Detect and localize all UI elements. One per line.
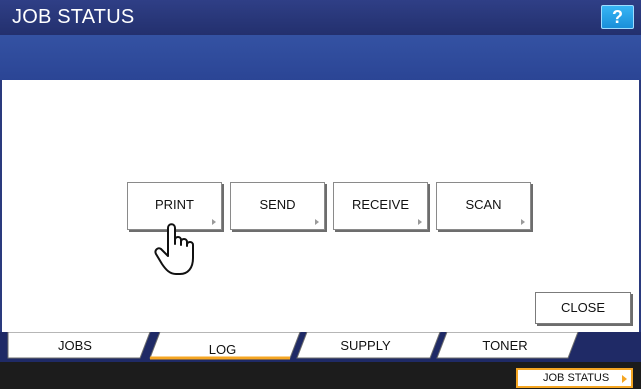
sub-header-bar [0,35,641,80]
job-status-button[interactable]: JOB STATUS [516,368,633,388]
receive-log-button[interactable]: RECEIVE [333,182,428,230]
hand-pointer-icon [154,223,194,275]
close-button[interactable]: CLOSE [535,292,631,324]
receive-log-label: RECEIVE [351,197,410,212]
title-bar: JOB STATUS ? [0,0,641,35]
arrow-right-icon [212,219,216,225]
tab-log[interactable]: LOG [175,342,270,357]
tab-jobs[interactable]: JOBS [30,338,120,353]
tab-bar: JOBS LOG SUPPLY TONER [0,332,641,362]
print-log-label: PRINT [155,197,194,212]
page-title: JOB STATUS [12,6,135,28]
arrow-right-icon [418,219,422,225]
send-log-button[interactable]: SEND [230,182,325,230]
arrow-right-icon [622,375,627,383]
tab-toner[interactable]: TONER [460,338,550,353]
send-log-label: SEND [259,197,296,212]
scan-log-button[interactable]: SCAN [436,182,531,230]
job-status-label: JOB STATUS [543,372,610,384]
tab-supply[interactable]: SUPPLY [318,338,413,353]
arrow-right-icon [315,219,319,225]
arrow-right-icon [521,219,525,225]
scan-log-label: SCAN [465,197,502,212]
footer-bar: JOB STATUS [0,362,641,389]
help-button[interactable]: ? [601,5,634,29]
